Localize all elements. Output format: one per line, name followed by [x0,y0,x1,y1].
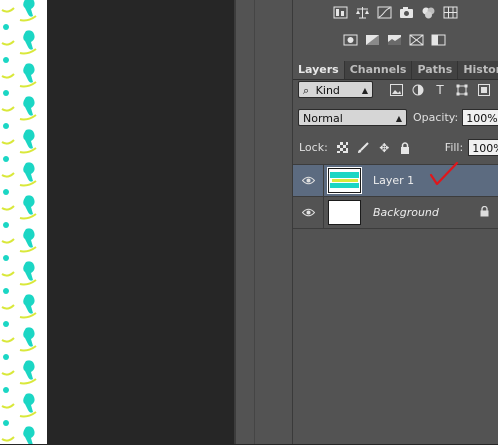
invert-icon[interactable] [429,31,448,48]
kind-filter-select[interactable]: ⌕ Kind ▲ [298,81,373,98]
pixel-filter-icon[interactable] [389,83,403,97]
adjustments-row-1 [331,4,460,21]
pattern-dot [3,90,9,96]
pattern-dot [3,321,9,327]
canvas-pattern-preview [0,0,47,444]
updown-arrow-icon: ▲ [395,114,402,123]
tab-layers[interactable]: Layers [293,61,345,79]
pattern-blob [23,63,35,83]
adjustment-filter-icon[interactable] [411,83,425,97]
panel-dock-strip [254,0,293,444]
visibility-eye-icon[interactable] [293,197,324,228]
panel-gutter [236,0,254,444]
color-balance-icon[interactable] [419,4,438,21]
shape-filter-icon[interactable] [455,83,469,97]
filter-row: ⌕ Kind ▲ T [298,81,491,98]
pattern-dot [3,387,9,393]
tab-paths[interactable]: Paths [412,61,459,79]
curves-icon[interactable] [375,4,394,21]
pattern-dot [3,24,9,30]
kind-label: Kind [315,84,340,97]
layer-name: Background [373,206,439,219]
pattern-blob [23,0,35,17]
opacity-input[interactable]: 100% [462,109,498,126]
pattern-blob [23,261,35,281]
lock-label: Lock: [299,141,328,154]
pattern-dot [3,123,9,129]
layers-list: Layer 1 Background [293,161,498,228]
visibility-eye-icon[interactable] [293,165,324,196]
posterize-icon[interactable] [385,31,404,48]
pattern-dot [3,420,9,426]
smart-object-filter-icon[interactable] [477,83,491,97]
layer-name: Layer 1 [373,174,415,187]
pattern-dot [3,189,9,195]
lock-icons: ✥ [336,141,412,155]
pattern-blob [23,294,35,314]
pattern-blob [23,96,35,116]
layer-lock-icon [480,205,489,220]
gradient-map-icon[interactable] [363,31,382,48]
tab-channels[interactable]: Channels [345,61,413,79]
pattern-dot [3,354,9,360]
balance-icon[interactable] [353,4,372,21]
blend-opacity-row: Normal ▲ Opacity: 100% [298,109,498,126]
pattern-dot [3,156,9,162]
layer-row-background[interactable]: Background [293,196,498,228]
layers-panel: Layers Channels Paths History ⌕ Kind ▲ T [292,0,498,444]
layer-row-layer-1[interactable]: Layer 1 [293,161,498,196]
threshold-icon[interactable] [407,31,426,48]
pattern-blob [23,228,35,248]
pattern-blob [23,30,35,50]
type-filter-icon[interactable]: T [433,83,447,97]
pattern-blob [23,327,35,347]
pattern-blob [23,393,35,413]
pattern-dot [3,255,9,261]
layer-filter-icons: T [389,83,491,97]
layers-panel-empty-area [293,228,498,445]
adjustments-row-2 [341,31,448,48]
lock-fill-row: Lock: ✥ Fill: 100% [299,139,498,156]
brush-icon[interactable] [357,141,370,154]
pattern-blob [23,360,35,380]
pattern-dot [3,288,9,294]
fill-label: Fill: [444,141,464,154]
lock-transparent-pixels-icon[interactable] [336,141,349,154]
pattern-dot [3,222,9,228]
red-checkmark-annotation [429,161,459,186]
layer-thumbnail [327,167,362,194]
tab-history[interactable]: History [458,61,498,79]
photo-filter-icon[interactable] [341,31,360,48]
pattern-graphic [1,0,37,444]
pattern-blob [23,129,35,149]
camera-icon[interactable] [397,4,416,21]
levels-icon[interactable] [331,4,350,21]
blend-mode-value: Normal [303,112,343,125]
lock-all-icon[interactable] [399,141,412,154]
pattern-dot [3,57,9,63]
move-icon[interactable]: ✥ [378,141,391,155]
updown-arrow-icon: ▲ [361,86,368,95]
panel-tabs: Layers Channels Paths History [293,61,498,80]
search-icon: ⌕ [303,84,310,97]
pattern-blob [23,162,35,182]
grid-icon[interactable] [441,4,460,21]
pattern-blob [23,195,35,215]
fill-input[interactable]: 100% [468,139,498,156]
pattern-blob [23,426,35,444]
document-canvas-area [47,0,234,444]
blend-mode-select[interactable]: Normal ▲ [298,109,407,126]
opacity-label: Opacity: [413,111,459,124]
layer-thumbnail [328,200,361,225]
